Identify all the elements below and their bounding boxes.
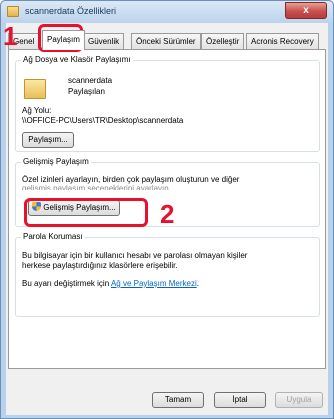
window-title: scannerdata Özellikleri — [25, 6, 117, 16]
password-protection-title: Parola Koruması — [21, 232, 85, 241]
folder-status: Paylaşılan — [68, 87, 105, 96]
shared-folder-icon — [24, 79, 46, 99]
advanced-share-description-1: Özel izinleri ayarlayın, birden çok payl… — [22, 175, 240, 184]
change-setting-prefix: Bu ayarı değiştirmek için — [22, 279, 110, 288]
tab-sharing[interactable]: Paylaşım — [42, 30, 85, 50]
network-share-title: Ağ Dosya ve Klasör Paylaşımı — [21, 55, 133, 64]
tab-customize[interactable]: Özelleştir — [201, 33, 245, 49]
network-path-value: \\OFFICE-PC\Users\TR\Desktop\scannerdata — [22, 116, 184, 125]
advanced-share-description-2: gelişmiş paylaşım seçeneklerini ayarlayı… — [22, 184, 171, 190]
network-sharing-center-link[interactable]: Ağ ve Paylaşım Merkezi — [111, 279, 197, 288]
tab-acronis-recovery[interactable]: Acronis Recovery — [246, 33, 319, 49]
tab-strip: Genel Güvenlik Önceki Sürümler Özelleşti… — [6, 30, 328, 50]
title-bar[interactable]: scannerdata Özellikleri x — [1, 1, 333, 23]
password-description-2: herkese paylaştırdığınız klasörlere eriş… — [22, 261, 178, 270]
network-share-group: Ağ Dosya ve Klasör Paylaşımı scannerdata… — [15, 55, 320, 152]
step-2-highlight — [24, 198, 148, 227]
tab-previous-versions[interactable]: Önceki Sürümler — [131, 33, 201, 49]
close-button[interactable]: x — [285, 2, 327, 19]
password-protection-group: Parola Koruması Bu bilgisayar için bir k… — [15, 232, 320, 317]
change-setting-suffix: . — [196, 279, 199, 288]
network-path-label: Ağ Yolu: — [22, 106, 52, 115]
folder-icon — [7, 6, 19, 17]
folder-name: scannerdata — [68, 76, 113, 85]
change-setting-text: Bu ayarı değiştirmek için Ağ ve Paylaşım… — [22, 279, 199, 288]
step-2-number: 2 — [160, 199, 175, 229]
share-button[interactable]: Paylaşım... — [22, 132, 74, 148]
tab-security[interactable]: Güvenlik — [83, 33, 125, 49]
ok-button[interactable]: Tamam — [152, 392, 204, 408]
apply-button[interactable]: Uygula — [275, 392, 323, 408]
advanced-share-title: Gelişmiş Paylaşım — [21, 157, 91, 166]
password-description-1: Bu bilgisayar için bir kullanıcı hesabı … — [22, 251, 248, 260]
step-1-number: 1 — [3, 21, 18, 51]
cancel-button[interactable]: İptal — [214, 392, 266, 408]
